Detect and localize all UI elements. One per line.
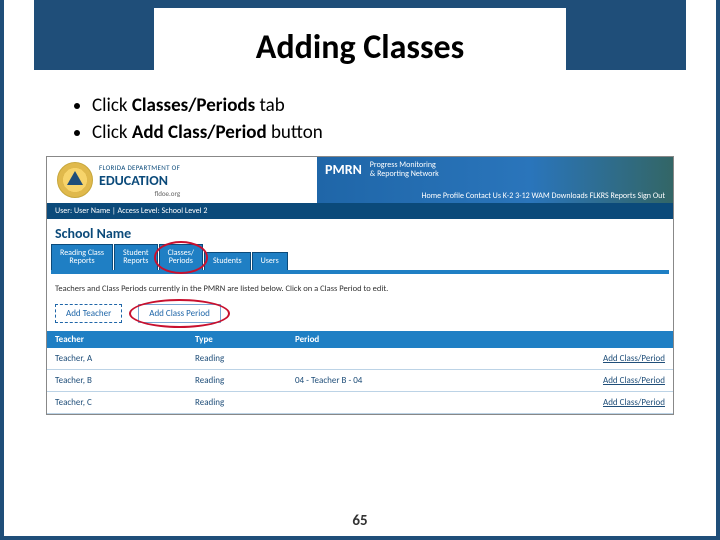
page-number: 65 bbox=[4, 512, 716, 530]
fdoe-logo: FLORIDA DEPARTMENT OF EDUCATION fldoe.or… bbox=[47, 157, 317, 203]
app-screenshot: FLORIDA DEPARTMENT OF EDUCATION fldoe.or… bbox=[46, 156, 674, 415]
table-row[interactable]: Teacher, A Reading Add Class/Period bbox=[47, 348, 673, 370]
add-teacher-button[interactable]: Add Teacher bbox=[55, 304, 122, 323]
tab-student-reports[interactable]: Student Reports bbox=[114, 244, 158, 270]
bullet-item: Click Classes/Periods tab bbox=[92, 94, 668, 117]
tab-reading-reports[interactable]: Reading Class Reports bbox=[51, 244, 113, 270]
tab-classes-periods[interactable]: Classes/ Periods bbox=[159, 244, 203, 270]
table-row[interactable]: Teacher, B Reading 04 - Teacher B - 04 A… bbox=[47, 370, 673, 392]
pmrn-brand: PMRN bbox=[325, 161, 362, 178]
tab-students[interactable]: Students bbox=[204, 252, 251, 269]
table-row[interactable]: Teacher, C Reading Add Class/Period bbox=[47, 392, 673, 414]
user-strip: User: User Name | Access Level: School L… bbox=[47, 203, 673, 219]
tab-users[interactable]: Users bbox=[252, 252, 288, 269]
slide-title: Adding Classes bbox=[154, 8, 566, 86]
seal-icon bbox=[57, 162, 93, 198]
add-class-link[interactable]: Add Class/Period bbox=[545, 397, 665, 408]
add-class-period-button[interactable]: Add Class Period bbox=[138, 304, 221, 323]
top-nav[interactable]: Home Profile Contact Us K-2 3-12 WAM Dow… bbox=[317, 191, 673, 203]
school-name: School Name bbox=[47, 219, 673, 244]
add-class-link[interactable]: Add Class/Period bbox=[545, 353, 665, 364]
add-class-link[interactable]: Add Class/Period bbox=[545, 375, 665, 386]
bullet-item: Click Add Class/Period button bbox=[92, 121, 668, 144]
bullet-list: Click Classes/Periods tab Click Add Clas… bbox=[52, 94, 668, 144]
instruction-text: Teachers and Class Periods currently in … bbox=[47, 274, 673, 304]
table-header: Teacher Type Period bbox=[47, 331, 673, 348]
tab-bar: Reading Class Reports Student Reports Cl… bbox=[47, 244, 673, 270]
